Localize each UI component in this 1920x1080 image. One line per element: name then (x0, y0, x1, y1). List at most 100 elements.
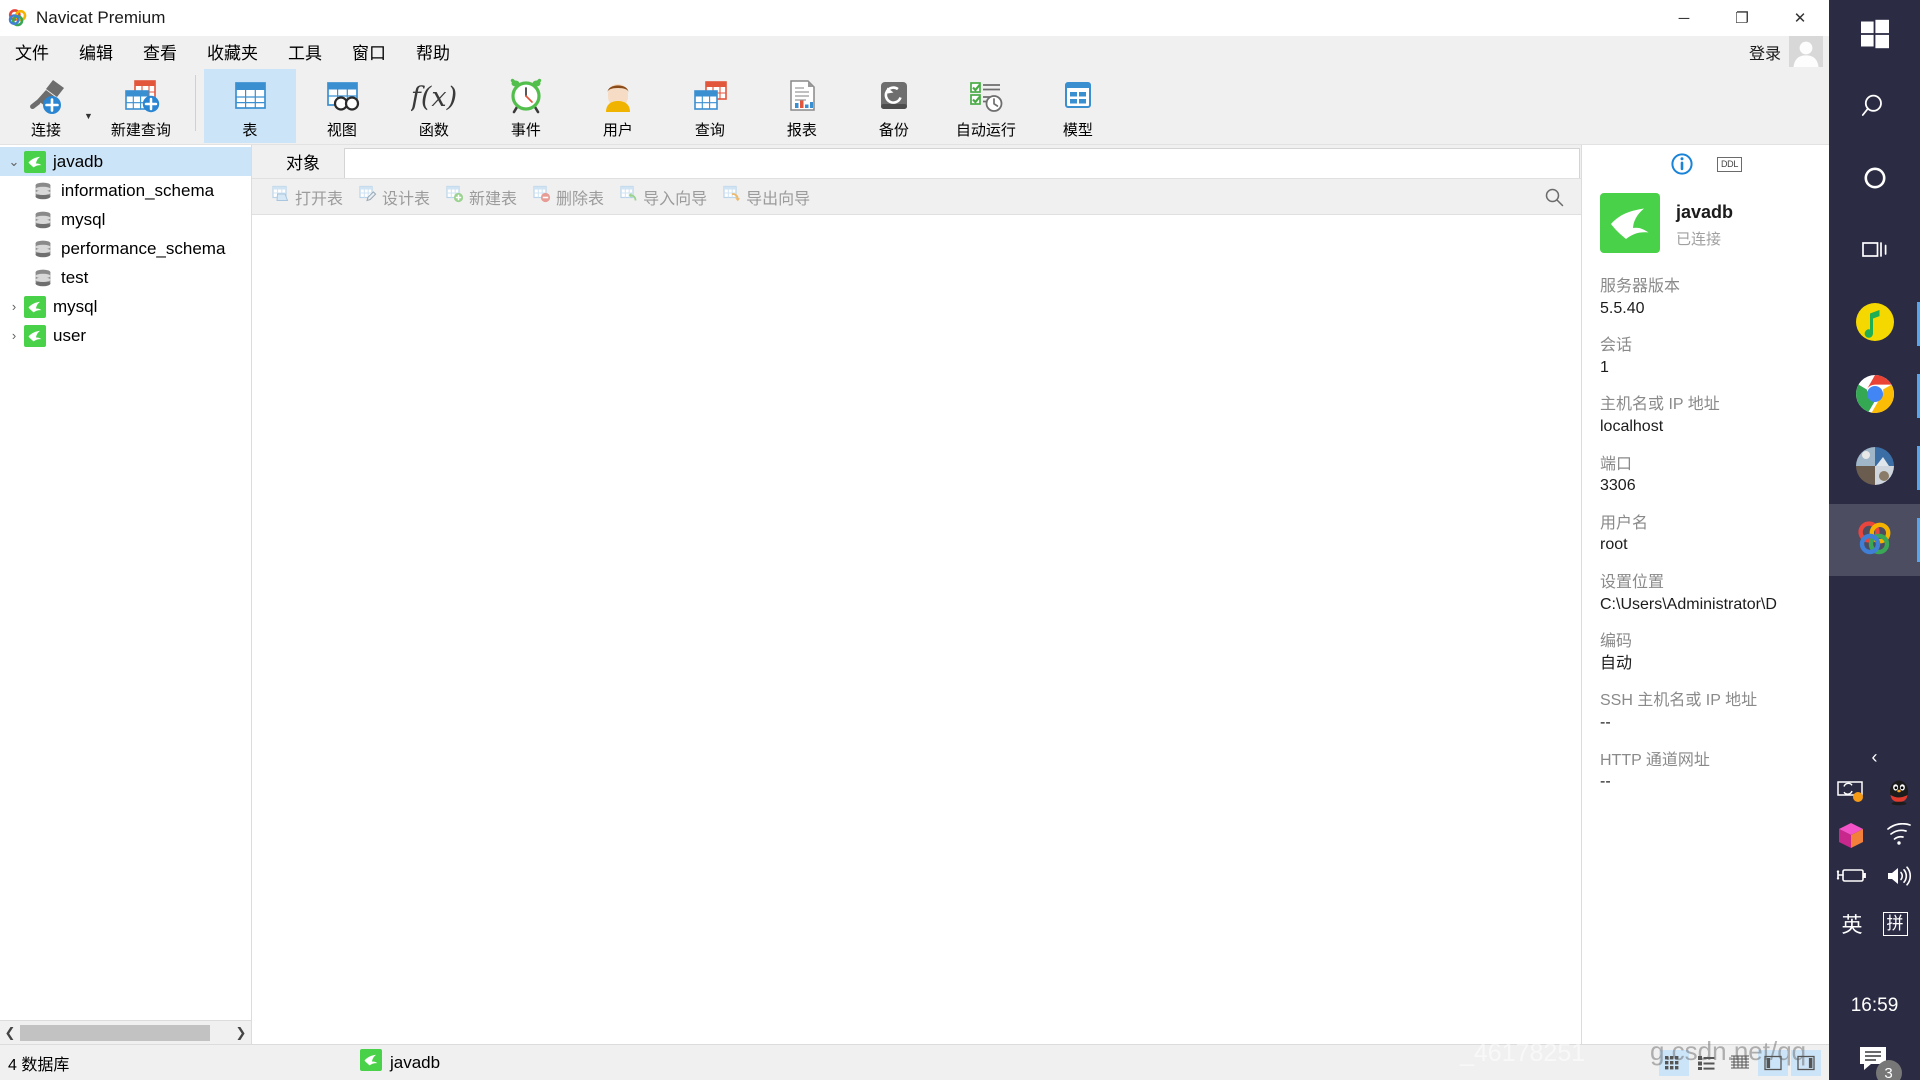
task-view-button[interactable] (1829, 216, 1920, 288)
open-table-icon (272, 185, 290, 208)
property-host: 主机名或 IP 地址 localhost (1600, 394, 1829, 437)
photos-button[interactable] (1829, 432, 1920, 504)
property-http-tunnel: HTTP 通道网址 -- (1600, 750, 1829, 793)
menu-help[interactable]: 帮助 (401, 36, 465, 67)
split-vertical-icon[interactable] (1791, 1050, 1821, 1076)
toolbar-user[interactable]: 用户 (572, 69, 664, 143)
scroll-thumb[interactable] (20, 1024, 210, 1041)
chevron-down-icon[interactable]: ▼ (84, 111, 93, 121)
grid-view-icon[interactable] (1659, 1050, 1689, 1076)
svg-text:f(x): f(x) (411, 82, 457, 113)
mysql-connection-icon (24, 324, 46, 347)
menu-file[interactable]: 文件 (0, 36, 64, 67)
chevron-right-icon[interactable]: › (4, 328, 24, 343)
design-table-button[interactable]: 设计表 (353, 182, 436, 212)
battery-icon[interactable] (1835, 865, 1867, 892)
start-button[interactable] (1829, 0, 1920, 72)
toolbar-view[interactable]: 视图 (296, 69, 388, 143)
open-table-label: 打开表 (295, 190, 344, 208)
open-table-button[interactable]: 打开表 (266, 182, 349, 212)
split-horizontal-icon[interactable] (1758, 1050, 1788, 1076)
login-link[interactable]: 登录 (1749, 40, 1781, 64)
toolbar-backup[interactable]: 备份 (848, 69, 940, 143)
scroll-right-icon[interactable]: ❯ (231, 1025, 251, 1041)
export-wizard-button[interactable]: 导出向导 (717, 182, 816, 212)
detail-view-icon[interactable] (1725, 1050, 1755, 1076)
import-wizard-button[interactable]: 导入向导 (614, 182, 713, 212)
mysql-connection-icon (1600, 193, 1660, 258)
toolbar-connection[interactable]: 连接 (0, 69, 92, 143)
content-area: 对象 打开表 设计表 新建表 删除表 导入向导 导出向导 (252, 145, 1581, 1044)
tree-horizontal-scrollbar[interactable]: ❮ ❯ (0, 1020, 251, 1044)
tree-node-user-connection[interactable]: › user (0, 321, 251, 350)
menu-favorites[interactable]: 收藏夹 (192, 36, 273, 67)
scroll-left-icon[interactable]: ❮ (0, 1025, 20, 1041)
toolbar-automation[interactable]: 自动运行 (940, 69, 1032, 143)
toolbar-query[interactable]: 查询 (664, 69, 756, 143)
menu-view[interactable]: 查看 (128, 36, 192, 67)
property-encoding: 编码 自动 (1600, 631, 1829, 674)
menu-tools[interactable]: 工具 (273, 36, 337, 67)
connection-status: 已连接 (1676, 231, 1722, 248)
maximize-button[interactable]: ❐ (1713, 0, 1771, 36)
tree-node-javadb[interactable]: ⌄ javadb (0, 147, 251, 176)
wifi-icon[interactable] (1885, 822, 1913, 852)
ime-pinyin[interactable]: 拼 (1882, 912, 1908, 936)
connection-summary-text: javadb 已连接 (1676, 202, 1733, 249)
ime-language[interactable]: 英 (1842, 909, 1863, 939)
property-server-version: 服务器版本 5.5.40 (1600, 276, 1829, 319)
toolbar-new-query[interactable]: 新建查询 (95, 69, 187, 143)
property-value: C:\Users\Administrator\D (1600, 595, 1777, 613)
new-table-button[interactable]: 新建表 (440, 182, 523, 212)
tree-node-mysql-connection[interactable]: › mysql (0, 292, 251, 321)
tab-objects[interactable]: 对象 (262, 145, 344, 178)
cube-icon[interactable] (1837, 821, 1865, 854)
chevron-right-icon[interactable]: › (4, 299, 24, 314)
show-hidden-icons-chevron-icon[interactable]: ‹ (1872, 739, 1878, 778)
property-value: -- (1600, 773, 1611, 791)
property-key: 设置位置 (1600, 573, 1665, 591)
qqmusic-button[interactable] (1829, 288, 1920, 360)
toolbar-model[interactable]: 模型 (1032, 69, 1124, 143)
search-icon[interactable] (1543, 186, 1565, 208)
tree-node-information-schema[interactable]: information_schema (0, 176, 251, 205)
close-button[interactable]: ✕ (1771, 0, 1829, 36)
volume-icon[interactable] (1885, 864, 1913, 893)
tree-node-mysql-db[interactable]: mysql (0, 205, 251, 234)
navicat-button[interactable] (1829, 504, 1920, 576)
connection-tree: ⌄ javadb information_schema mysql perfor… (0, 145, 251, 1020)
tree-node-test[interactable]: test (0, 263, 251, 292)
object-list-grid[interactable] (252, 214, 1581, 1044)
minimize-button[interactable]: ─ (1655, 0, 1713, 36)
ime-indicator: 英 拼 (1842, 909, 1908, 939)
toolbar-table[interactable]: 表 (203, 69, 296, 143)
connection-name: javadb (1676, 202, 1734, 222)
toolbar-report[interactable]: 报表 (756, 69, 848, 143)
menu-edit[interactable]: 编辑 (64, 36, 128, 67)
toolbar-report-label: 报表 (786, 122, 817, 139)
cortana-button[interactable] (1829, 144, 1920, 216)
qq-penguin-icon[interactable] (1886, 778, 1912, 811)
property-value: 3306 (1600, 477, 1636, 495)
avatar[interactable] (1789, 36, 1823, 67)
toolbar-event[interactable]: 事件 (480, 69, 572, 143)
onedrive-sync-icon[interactable] (1836, 779, 1866, 810)
chevron-down-icon[interactable]: ⌄ (4, 154, 24, 170)
delete-table-button[interactable]: 删除表 (527, 182, 610, 212)
tree-node-label: performance_schema (61, 238, 226, 258)
toolbar-automation-label: 自动运行 (955, 122, 1016, 139)
list-view-icon[interactable] (1692, 1050, 1722, 1076)
toolbar-function[interactable]: f(x) 函数 (388, 69, 480, 143)
clock[interactable]: 16:59 (1851, 995, 1899, 1017)
search-button[interactable] (1829, 72, 1920, 144)
chrome-button[interactable] (1829, 360, 1920, 432)
scroll-track[interactable] (20, 1022, 231, 1043)
import-wizard-icon (620, 185, 638, 208)
tree-node-performance-schema[interactable]: performance_schema (0, 234, 251, 263)
menu-window[interactable]: 窗口 (337, 36, 401, 67)
ddl-tab[interactable]: DDL (1716, 156, 1743, 172)
notification-center-button[interactable]: 3 (1858, 1045, 1902, 1080)
tree-node-label: mysql (53, 296, 98, 316)
cortana-circle-icon (1860, 163, 1890, 198)
info-icon[interactable] (1669, 151, 1695, 177)
